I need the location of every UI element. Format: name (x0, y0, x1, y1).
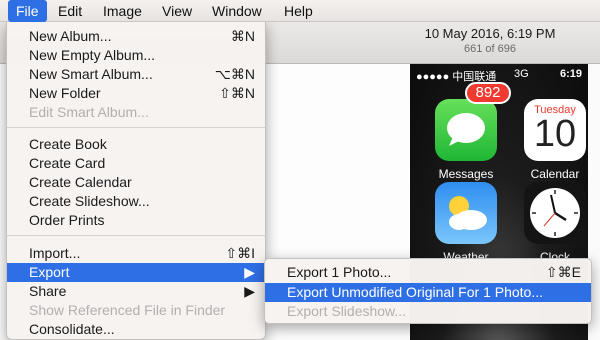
create-card-label: Create Card (29, 155, 106, 171)
export-slideshow-item: Export Slideshow... (265, 302, 591, 321)
edit-smart-album-item: Edit Smart Album... (7, 103, 265, 122)
create-calendar-item[interactable]: Create Calendar (7, 173, 265, 192)
menu-help[interactable]: Help (276, 0, 321, 22)
export-photo-item[interactable]: Export 1 Photo... ⇧⌘E (265, 263, 591, 282)
import-label: Import... (29, 245, 81, 261)
share-item[interactable]: Share ▶ (7, 282, 265, 301)
new-folder-shortcut: ⇧⌘N (219, 85, 255, 101)
order-prints-label: Order Prints (29, 212, 105, 228)
new-empty-album-label: New Empty Album... (29, 47, 156, 63)
network-label: 3G (514, 68, 529, 80)
menu-edit[interactable]: Edit (50, 0, 90, 22)
menu-file[interactable]: File (8, 0, 47, 22)
new-folder-label: New Folder (29, 85, 101, 101)
new-smart-album-item[interactable]: New Smart Album... ⌥⌘N (7, 65, 265, 84)
export-unmodified-item[interactable]: Export Unmodified Original For 1 Photo..… (265, 283, 591, 302)
app-messages: Messages (435, 99, 497, 181)
create-slideshow-item[interactable]: Create Slideshow... (7, 192, 265, 211)
messages-icon (435, 99, 497, 161)
create-slideshow-label: Create Slideshow... (29, 193, 150, 209)
calendar-icon: Tuesday 10 (524, 99, 586, 161)
menu-window[interactable]: Window (204, 0, 270, 22)
menu-image[interactable]: Image (95, 0, 150, 22)
app-calendar: Tuesday 10 Calendar (524, 99, 586, 181)
calendar-date: 10 (533, 113, 577, 155)
submenu-arrow-icon: ▶ (244, 264, 255, 280)
new-folder-item[interactable]: New Folder ⇧⌘N (7, 84, 265, 103)
app-label-messages: Messages (438, 167, 494, 181)
create-book-label: Create Book (29, 136, 107, 152)
menu-separator (7, 127, 265, 128)
import-item[interactable]: Import... ⇧⌘I (7, 244, 265, 263)
show-referenced-label: Show Referenced File in Finder (29, 302, 226, 318)
export-slideshow-label: Export Slideshow... (287, 303, 407, 319)
new-album-label: New Album... (29, 28, 112, 44)
weather-icon (435, 182, 497, 244)
create-card-item[interactable]: Create Card (7, 154, 265, 173)
export-label: Export (29, 264, 70, 280)
export-submenu: Export 1 Photo... ⇧⌘E Export Unmodified … (264, 258, 592, 324)
create-book-item[interactable]: Create Book (7, 135, 265, 154)
consolidate-item[interactable]: Consolidate... (7, 320, 265, 339)
new-smart-album-label: New Smart Album... (29, 66, 153, 82)
order-prints-item[interactable]: Order Prints (7, 211, 265, 230)
export-photo-shortcut: ⇧⌘E (545, 264, 581, 280)
phone-status-bar: ●●●●● 中国联通 3G 6:19 (416, 68, 582, 83)
time-label: 6:19 (559, 68, 582, 80)
messages-badge: 892 (465, 82, 511, 104)
consolidate-label: Consolidate... (29, 321, 115, 337)
new-smart-album-shortcut: ⌥⌘N (214, 66, 255, 82)
app-clock: Clock (524, 182, 586, 264)
submenu-arrow-icon: ▶ (244, 283, 255, 299)
file-menu: New Album... ⌘N New Empty Album... New S… (6, 22, 266, 340)
export-photo-label: Export 1 Photo... (287, 264, 392, 280)
new-album-shortcut: ⌘N (230, 28, 255, 44)
import-shortcut: ⇧⌘I (225, 245, 255, 261)
menu-bar: File Edit Image View Window Help (0, 0, 600, 22)
menu-view[interactable]: View (154, 0, 200, 22)
menu-separator (7, 235, 265, 236)
share-label: Share (29, 283, 67, 299)
new-album-item[interactable]: New Album... ⌘N (7, 27, 265, 46)
edit-smart-album-label: Edit Smart Album... (29, 104, 149, 120)
create-calendar-label: Create Calendar (29, 174, 132, 190)
clock-icon (524, 182, 586, 244)
show-referenced-item: Show Referenced File in Finder (7, 301, 265, 320)
export-unmodified-label: Export Unmodified Original For 1 Photo..… (287, 284, 544, 300)
app-weather: Weather (435, 182, 497, 264)
photo-count: 661 of 696 (464, 43, 516, 55)
new-empty-album-item[interactable]: New Empty Album... (7, 46, 265, 65)
export-item[interactable]: Export ▶ (7, 263, 265, 282)
app-label-calendar: Calendar (530, 167, 580, 181)
photo-date: 10 May 2016, 6:19 PM (424, 26, 556, 41)
